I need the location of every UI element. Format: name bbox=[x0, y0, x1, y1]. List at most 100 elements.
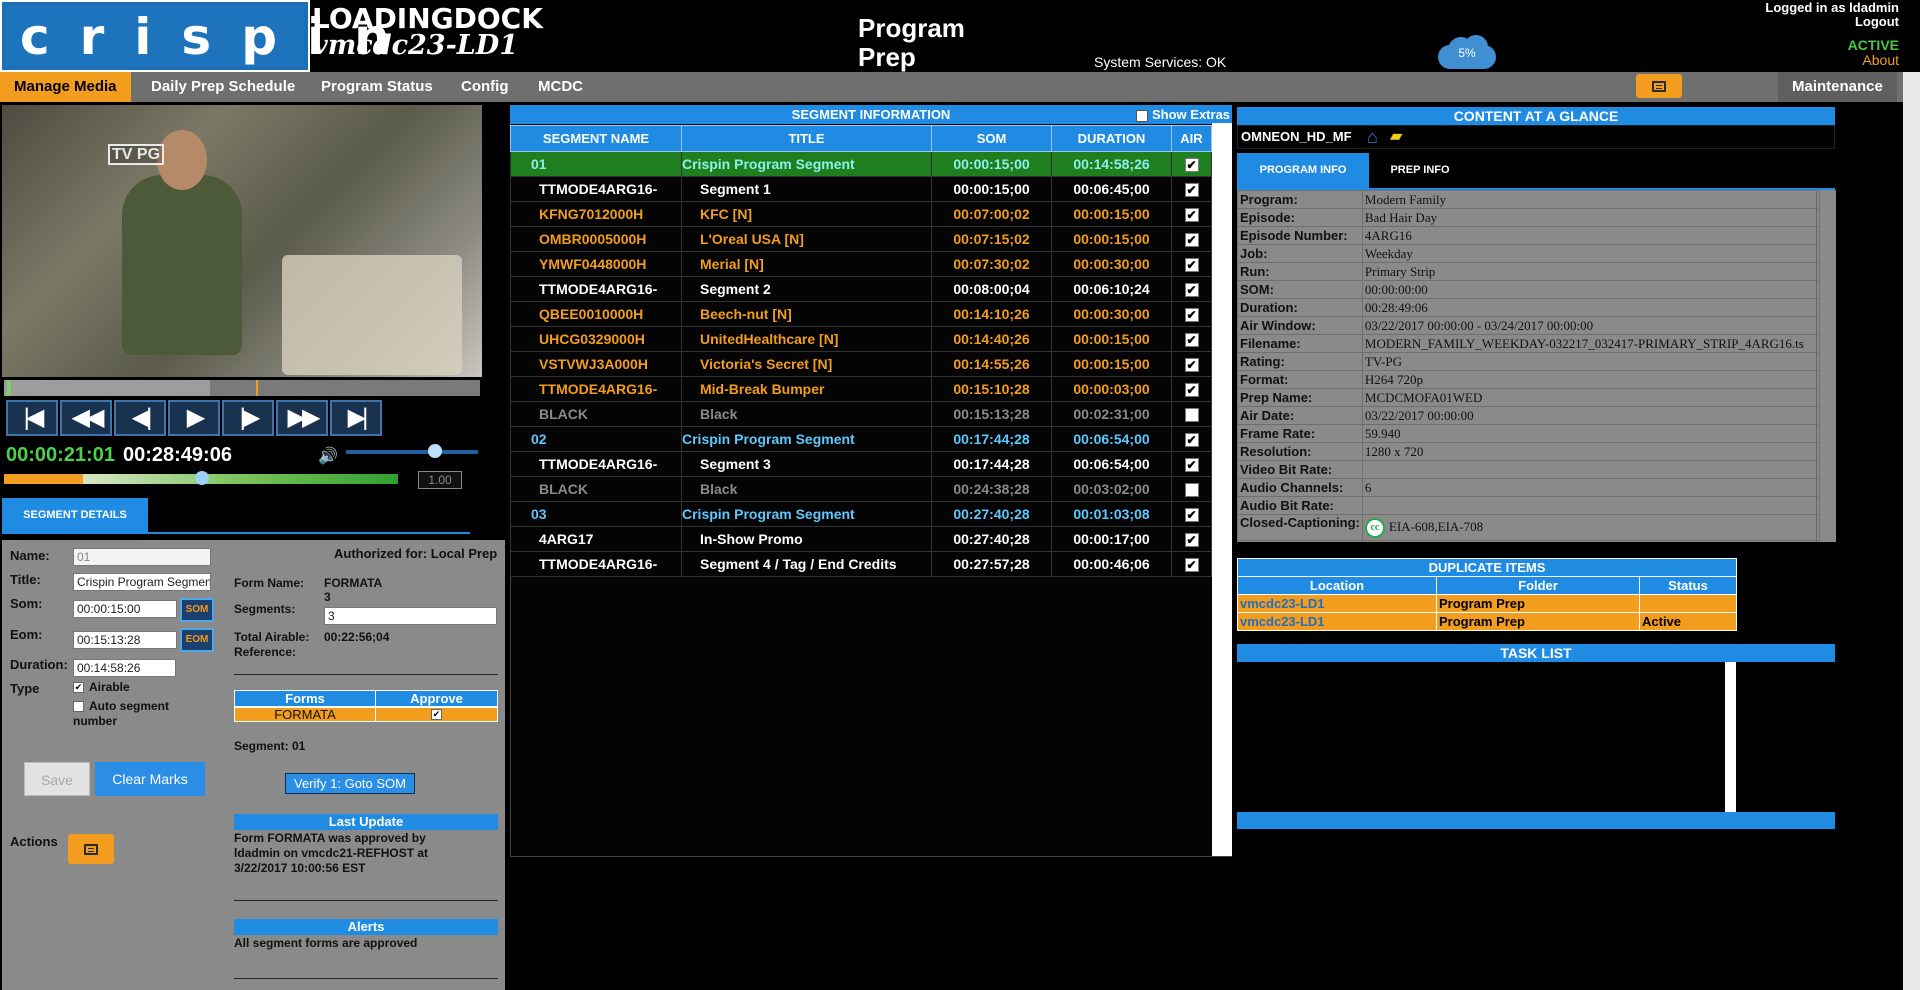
goto-end-button[interactable]: ▶| bbox=[330, 400, 382, 436]
col-title[interactable]: TITLE bbox=[681, 125, 932, 152]
dup-location-link[interactable]: vmcdc23-LD1 bbox=[1237, 612, 1437, 631]
info-row: Episode: Bad Hair Day bbox=[1237, 208, 1820, 227]
about-link[interactable]: About bbox=[1862, 52, 1899, 68]
segment-row[interactable]: OMBR0005000H L'Oreal USA [N] 00:07:15;02 00… bbox=[510, 226, 1212, 252]
nav-daily-prep-schedule[interactable]: Daily Prep Schedule bbox=[137, 72, 309, 102]
segment-table-scrollbar[interactable] bbox=[1212, 123, 1232, 856]
segment-row[interactable]: VSTVWJ3A000H Victoria's Secret [N] 00:14:5… bbox=[510, 351, 1212, 377]
last-update-title: Last Update bbox=[234, 814, 498, 830]
air-checkbox[interactable]: ✔ bbox=[1184, 258, 1199, 273]
col-duration[interactable]: DURATION bbox=[1051, 125, 1172, 152]
nav-menu-button[interactable] bbox=[1636, 74, 1682, 98]
page-scrollbar[interactable] bbox=[1903, 72, 1920, 990]
segments-input[interactable]: 3 bbox=[324, 607, 497, 625]
segment-row[interactable]: BLACK Black 00:24:38;28 00:03:02;00 bbox=[510, 476, 1212, 502]
segment-row[interactable]: TTMODE4ARG16- Segment 3 00:17:44;28 00:06:5… bbox=[510, 451, 1212, 477]
air-checkbox[interactable]: ✔ bbox=[1184, 208, 1199, 223]
last-update-text: Form FORMATA was approved by ldadmin on … bbox=[234, 831, 429, 875]
speed-knob[interactable] bbox=[195, 471, 209, 485]
clear-marks-button[interactable]: Clear Marks bbox=[95, 762, 205, 796]
step-forward-button[interactable]: |▶ bbox=[222, 400, 274, 436]
task-list-scrollbar[interactable] bbox=[1725, 662, 1736, 812]
info-value: H264 720p bbox=[1361, 370, 1820, 389]
show-extras-checkbox[interactable] bbox=[1136, 109, 1148, 122]
air-checkbox[interactable] bbox=[1184, 483, 1199, 498]
tab-segment-details[interactable]: SEGMENT DETAILS bbox=[2, 498, 148, 532]
goto-start-button[interactable]: |◀ bbox=[6, 400, 58, 436]
nav-maintenance[interactable]: Maintenance bbox=[1778, 72, 1897, 102]
air-checkbox[interactable]: ✔ bbox=[1184, 308, 1199, 323]
nav-mcdc[interactable]: MCDC bbox=[524, 72, 597, 102]
home-icon[interactable]: ⌂ bbox=[1367, 127, 1378, 148]
air-checkbox[interactable]: ✔ bbox=[1184, 508, 1199, 523]
volume-icon[interactable]: 🔊 bbox=[318, 446, 338, 466]
approve-checkbox[interactable]: ✔ bbox=[431, 709, 442, 720]
air-checkbox[interactable]: ✔ bbox=[1184, 358, 1199, 373]
show-extras-toggle[interactable]: Show Extras bbox=[1136, 107, 1230, 122]
nav-manage-media[interactable]: Manage Media bbox=[0, 72, 131, 102]
seg-som: 00:08:00;04 bbox=[931, 276, 1052, 302]
segment-row[interactable]: 03 Crispin Program Segment 00:27:40;28 00:0… bbox=[510, 501, 1212, 527]
col-air[interactable]: AIR bbox=[1171, 125, 1212, 152]
seg-air: ✔ bbox=[1171, 376, 1212, 402]
forms-table-row[interactable]: FORMATA ✔ bbox=[234, 707, 498, 722]
seg-duration: 00:01:03;08 bbox=[1051, 501, 1172, 527]
fast-forward-button[interactable]: ▶▶ bbox=[276, 400, 328, 436]
air-checkbox[interactable]: ✔ bbox=[1184, 533, 1199, 548]
segment-row[interactable]: KFNG7012000H KFC [N] 00:07:00;02 00:00:15;0… bbox=[510, 201, 1212, 227]
nav-program-status[interactable]: Program Status bbox=[307, 72, 447, 102]
volume-slider-knob[interactable] bbox=[428, 444, 442, 458]
camera-icon[interactable]: ▰ bbox=[1390, 126, 1402, 146]
eom-field[interactable]: 00:15:13:28 bbox=[73, 631, 177, 649]
air-checkbox[interactable]: ✔ bbox=[1184, 433, 1199, 448]
scrub-bar[interactable] bbox=[4, 380, 480, 396]
step-back-button[interactable]: ◀| bbox=[114, 400, 166, 436]
logout-link[interactable]: Logout bbox=[1765, 15, 1899, 29]
air-checkbox[interactable]: ✔ bbox=[1184, 283, 1199, 298]
som-field[interactable]: 00:00:15:00 bbox=[73, 600, 177, 618]
verify-goto-som-button[interactable]: Verify 1: Goto SOM bbox=[285, 773, 415, 794]
title-field[interactable]: Crispin Program Segment bbox=[73, 573, 211, 591]
table-row[interactable]: vmcdc23-LD1 Program Prep bbox=[1237, 594, 1737, 613]
tab-program-info[interactable]: PROGRAM INFO bbox=[1237, 153, 1369, 188]
seg-name: VSTVWJ3A000H bbox=[510, 351, 682, 377]
dup-location-link[interactable]: vmcdc23-LD1 bbox=[1237, 594, 1437, 613]
air-checkbox[interactable]: ✔ bbox=[1184, 158, 1199, 173]
segment-row[interactable]: QBEE0010000H Beech-nut [N] 00:14:10;26 00:0… bbox=[510, 301, 1212, 327]
segment-row[interactable]: UHCG0329000H UnitedHealthcare [N] 00:14:40… bbox=[510, 326, 1212, 352]
nav-config[interactable]: Config bbox=[447, 72, 522, 102]
air-checkbox[interactable]: ✔ bbox=[1184, 558, 1199, 573]
play-button[interactable]: ▶ bbox=[168, 400, 220, 436]
segment-row[interactable]: TTMODE4ARG16- Segment 4 / Tag / End Credi… bbox=[510, 551, 1212, 577]
air-checkbox[interactable] bbox=[1184, 408, 1199, 423]
actions-menu-button[interactable] bbox=[68, 834, 114, 864]
name-field[interactable]: 01 bbox=[73, 548, 211, 566]
col-segment-name[interactable]: SEGMENT NAME bbox=[510, 125, 682, 152]
segment-row[interactable]: YMWF0448000H Merial [N] 00:07:30;02 00:00:3… bbox=[510, 251, 1212, 277]
volume-slider[interactable] bbox=[346, 450, 478, 454]
air-checkbox[interactable]: ✔ bbox=[1184, 233, 1199, 248]
video-frame-head bbox=[157, 130, 207, 190]
segment-row[interactable]: TTMODE4ARG16- Mid-Break Bumper 00:15:10;28… bbox=[510, 376, 1212, 402]
segment-row[interactable]: 01 Crispin Program Segment 00:00:15;00 00:1… bbox=[510, 151, 1212, 177]
segment-row[interactable]: TTMODE4ARG16- Segment 2 00:08:00;04 00:06:1… bbox=[510, 276, 1212, 302]
air-checkbox[interactable]: ✔ bbox=[1184, 458, 1199, 473]
info-value: Bad Hair Day bbox=[1361, 208, 1820, 227]
col-som[interactable]: SOM bbox=[931, 125, 1052, 152]
table-row[interactable]: vmcdc23-LD1 Program Prep Active bbox=[1237, 612, 1737, 631]
tab-prep-info[interactable]: PREP INFO bbox=[1369, 153, 1471, 188]
segment-row[interactable]: TTMODE4ARG16- Segment 1 00:00:15;00 00:06:4… bbox=[510, 176, 1212, 202]
eom-button[interactable]: EOM bbox=[180, 628, 214, 652]
save-button[interactable]: Save bbox=[24, 762, 90, 796]
segment-row[interactable]: 4ARG17 In-Show Promo 00:27:40;28 00:00:17;0… bbox=[510, 526, 1212, 552]
air-checkbox[interactable]: ✔ bbox=[1184, 383, 1199, 398]
airable-checkbox[interactable]: ✔ bbox=[73, 682, 84, 693]
segment-row[interactable]: BLACK Black 00:15:13;28 00:02:31;00 bbox=[510, 401, 1212, 427]
segment-row[interactable]: 02 Crispin Program Segment 00:17:44;28 00:0… bbox=[510, 426, 1212, 452]
duration-field[interactable]: 00:14:58:26 bbox=[73, 659, 176, 677]
air-checkbox[interactable]: ✔ bbox=[1184, 183, 1199, 198]
air-checkbox[interactable]: ✔ bbox=[1184, 333, 1199, 348]
som-button[interactable]: SOM bbox=[180, 598, 214, 622]
rewind-button[interactable]: ◀◀ bbox=[60, 400, 112, 436]
seg-title: UnitedHealthcare [N] bbox=[681, 326, 932, 352]
